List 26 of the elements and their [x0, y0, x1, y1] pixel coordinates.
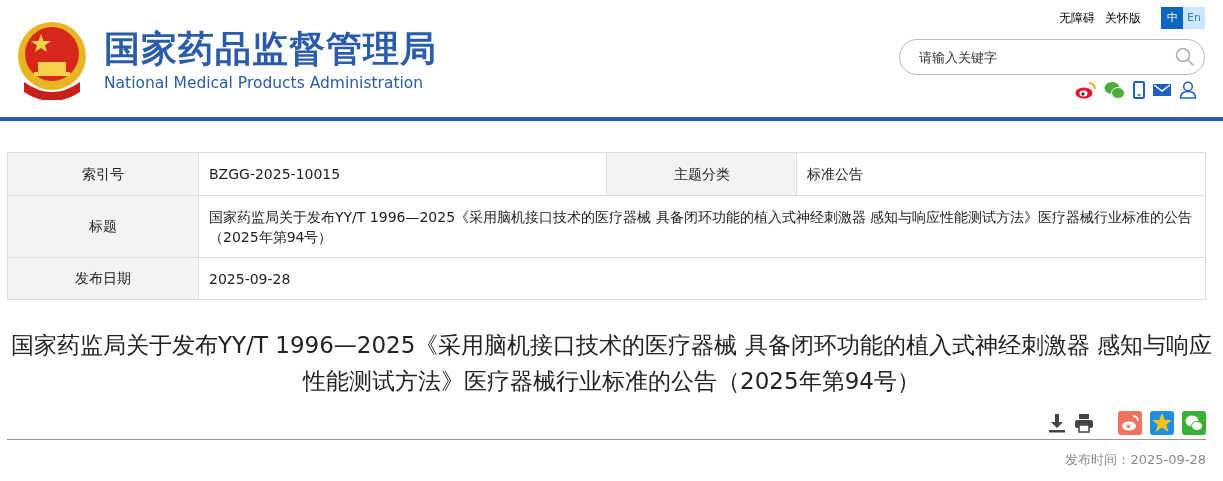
site-title: 国家药品监督管理局 [104, 26, 437, 71]
mail-icon[interactable] [1153, 83, 1171, 97]
top-link[interactable]: 关怀版 [1105, 9, 1141, 27]
wechat-share-icon[interactable] [1182, 411, 1206, 435]
wechat-icon[interactable] [1104, 81, 1125, 99]
site-subtitle: National Medical Products Administration [104, 72, 425, 93]
user-icon[interactable] [1179, 81, 1197, 99]
label-cell: 主题分类 [606, 153, 796, 195]
article-title: 国家药监局关于发布YY/T 1996—2025《采用脑机接口技术的医疗器械 具备闭环功能的植入式神经刺激器 感知与响应性能测试方法》医疗器械行业标准的公告（2025年第94号） [10, 331, 1213, 396]
label-cell: 索引号 [8, 153, 198, 195]
mobile-phone-icon[interactable] [1133, 81, 1145, 99]
weibo-share-icon[interactable] [1118, 411, 1142, 435]
value-cell: 2025-09-28 [198, 258, 1205, 299]
publish-time: 发布时间：2025-09-28 [1065, 451, 1206, 469]
value-cell: 国家药监局关于发布YY/T 1996—2025《采用脑机接口技术的医疗器械 具备闭环功能的植入式神经刺激器 感知与响应性能测试方法》医疗器械行业标准的公告（2025年第94号） [198, 196, 1205, 257]
weibo-icon[interactable] [1075, 81, 1096, 99]
top-link[interactable]: 无障碍 [1059, 9, 1095, 27]
value-cell: 标准公告 [796, 153, 1204, 195]
search-field[interactable]: 请输入关键字 [899, 39, 1205, 75]
print-icon[interactable] [1074, 413, 1094, 433]
label-cell: 发布日期 [8, 258, 198, 299]
label-cell: 标题 [8, 196, 198, 257]
download-icon[interactable] [1048, 413, 1066, 433]
language-tab[interactable]: 中 [1161, 7, 1183, 29]
language-tab[interactable]: En [1183, 7, 1205, 29]
emblem-icon [16, 19, 88, 100]
